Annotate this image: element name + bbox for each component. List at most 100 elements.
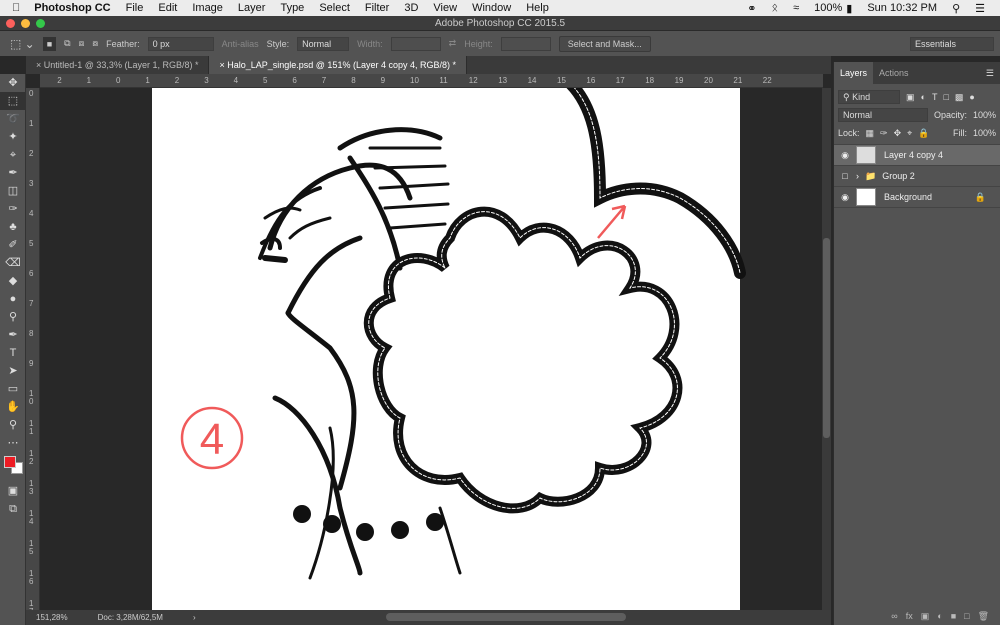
spotlight-icon[interactable]: ⚲ bbox=[952, 2, 960, 15]
menu-3d[interactable]: 3D bbox=[404, 2, 418, 14]
vertical-ruler[interactable]: 0 1 2 3 4 5 6 7 8 9 1 0 1 1 1 2 1 3 1 4 1 5 1 6 1 7 bbox=[26, 88, 40, 610]
apple-icon[interactable]:  bbox=[12, 2, 20, 14]
tab-actions[interactable]: Actions bbox=[873, 62, 915, 84]
tab-untitled[interactable]: × Untitled-1 @ 33,3% (Layer 1, RGB/8) * bbox=[26, 56, 210, 74]
menu-type[interactable]: Type bbox=[280, 2, 304, 14]
filter-smart-object-icon[interactable]: ▩ bbox=[955, 92, 964, 103]
filter-adjustment-icon[interactable]: ◐ bbox=[921, 92, 926, 102]
menu-filter[interactable]: Filter bbox=[365, 2, 389, 14]
expand-chevron-icon[interactable]: › bbox=[856, 171, 859, 181]
type-tool-icon[interactable]: T bbox=[0, 344, 26, 362]
blur-tool-icon[interactable]: ● bbox=[0, 290, 26, 308]
link-layers-icon[interactable]: ∞ bbox=[891, 611, 897, 621]
crop-tool-icon[interactable]: ⌖ bbox=[0, 146, 26, 164]
filter-type-icon[interactable]: T bbox=[932, 92, 938, 102]
layer-name[interactable]: Layer 4 copy 4 bbox=[884, 150, 943, 160]
filter-pixel-icon[interactable]: ▣ bbox=[906, 92, 915, 103]
more-tools-icon[interactable]: ⋯ bbox=[0, 434, 26, 452]
fill-input[interactable]: 100% bbox=[973, 128, 996, 138]
panel-menu-icon[interactable]: ☰ bbox=[986, 62, 1000, 84]
status-menu-arrow[interactable]: › bbox=[193, 613, 196, 622]
filter-toggle[interactable]: ● bbox=[969, 92, 974, 102]
lock-artboard-icon[interactable]: ⌖ bbox=[907, 128, 912, 139]
menu-help[interactable]: Help bbox=[526, 2, 549, 14]
visibility-eye-icon[interactable]: ◉ bbox=[834, 192, 856, 203]
quick-select-tool-icon[interactable]: ✦ bbox=[0, 128, 26, 146]
subtract-selection-icon[interactable]: ⧈ bbox=[79, 38, 85, 49]
menu-file[interactable]: File bbox=[126, 2, 144, 14]
stamp-tool-icon[interactable]: ♣ bbox=[0, 218, 26, 236]
antialias-checkbox[interactable]: Anti-alias bbox=[222, 39, 259, 49]
clock[interactable]: Sun 10:32 PM bbox=[867, 2, 937, 14]
move-tool-icon[interactable]: ✥ bbox=[0, 74, 26, 92]
lasso-tool-icon[interactable]: ➰ bbox=[0, 110, 26, 128]
blend-mode-select[interactable]: Normal bbox=[838, 108, 928, 122]
menu-view[interactable]: View bbox=[433, 2, 457, 14]
marquee-preset-icon[interactable]: ⬚ ⌄ bbox=[10, 37, 35, 51]
layer-row[interactable]: ◉ Layer 4 copy 4 bbox=[834, 145, 1000, 166]
scroll-thumb[interactable] bbox=[823, 238, 830, 438]
hand-tool-icon[interactable]: ✋ bbox=[0, 398, 26, 416]
new-layer-icon[interactable]: □ bbox=[964, 611, 969, 621]
path-select-icon[interactable]: ➤ bbox=[0, 362, 26, 380]
doc-size[interactable]: Doc: 3,28M/62,5M bbox=[98, 613, 163, 622]
layer-name[interactable]: Background bbox=[884, 192, 932, 202]
layer-filter-select[interactable]: ⚲ Kind bbox=[838, 90, 900, 104]
visibility-toggle[interactable]: □ bbox=[834, 171, 856, 181]
horizontal-ruler[interactable]: 321012345678910111213141516171819202122 bbox=[40, 74, 823, 88]
wifi-icon[interactable]: ≈ bbox=[793, 2, 799, 14]
style-select[interactable]: Normal bbox=[297, 36, 350, 51]
layer-name[interactable]: Group 2 bbox=[882, 171, 915, 181]
foreground-color-swatch[interactable] bbox=[4, 456, 16, 468]
layer-row[interactable]: ◉ Background 🔒 bbox=[834, 187, 1000, 208]
canvas-drawing[interactable]: 4 bbox=[40, 88, 823, 610]
lock-all-icon[interactable]: 🔒 bbox=[918, 128, 929, 139]
layer-row[interactable]: □ › 📁 Group 2 bbox=[834, 166, 1000, 187]
width-input[interactable] bbox=[390, 36, 441, 51]
new-group-icon[interactable]: ■ bbox=[951, 611, 956, 621]
zoom-tool-icon[interactable]: ⚲ bbox=[0, 416, 26, 434]
menu-image[interactable]: Image bbox=[192, 2, 223, 14]
tab-halo[interactable]: × Halo_LAP_single.psd @ 151% (Layer 4 co… bbox=[209, 56, 467, 74]
add-selection-icon[interactable]: ⧉ bbox=[64, 38, 70, 49]
dodge-tool-icon[interactable]: ⚲ bbox=[0, 308, 26, 326]
visibility-eye-icon[interactable]: ◉ bbox=[834, 150, 856, 161]
delete-layer-icon[interactable]: 🗑 bbox=[978, 611, 989, 622]
quick-mask-icon[interactable]: ▣ bbox=[0, 482, 26, 500]
canvas-area[interactable]: 4 bbox=[40, 88, 823, 610]
eraser-tool-icon[interactable]: ⌫ bbox=[0, 254, 26, 272]
brush-tool-icon[interactable]: ✑ bbox=[0, 200, 26, 218]
feather-input[interactable]: 0 px bbox=[147, 36, 214, 51]
history-brush-icon[interactable]: ✐ bbox=[0, 236, 26, 254]
notification-center-icon[interactable]: ☰ bbox=[975, 2, 985, 15]
menu-layer[interactable]: Layer bbox=[238, 2, 266, 14]
menu-edit[interactable]: Edit bbox=[158, 2, 177, 14]
minimize-window-button[interactable] bbox=[21, 19, 30, 28]
lock-transparent-icon[interactable]: ▦ bbox=[866, 128, 875, 139]
close-window-button[interactable] bbox=[6, 19, 15, 28]
opacity-input[interactable]: 100% bbox=[973, 110, 996, 120]
select-and-mask-button[interactable]: Select and Mask... bbox=[558, 35, 651, 52]
battery-icon[interactable]: ▮ bbox=[846, 2, 852, 15]
filter-shape-icon[interactable]: □ bbox=[943, 92, 948, 102]
screen-mode-icon[interactable]: ⧉ bbox=[0, 500, 26, 518]
height-input[interactable] bbox=[500, 36, 551, 51]
zoom-level[interactable]: 151,28% bbox=[36, 613, 68, 622]
app-menu[interactable]: Photoshop CC bbox=[34, 2, 110, 14]
battery-percent[interactable]: 100% bbox=[814, 2, 842, 14]
swap-icon[interactable]: ⇄ bbox=[449, 38, 457, 49]
intersect-selection-icon[interactable]: ⧇ bbox=[92, 38, 98, 49]
workspace-select[interactable]: Essentials bbox=[910, 36, 994, 51]
add-mask-icon[interactable]: ▣ bbox=[921, 611, 930, 622]
vertical-scrollbar[interactable] bbox=[822, 88, 831, 610]
tab-layers[interactable]: Layers bbox=[834, 62, 874, 84]
bluetooth-icon[interactable]: ᛟ bbox=[771, 2, 778, 14]
adjustment-layer-icon[interactable]: ◐ bbox=[937, 611, 942, 621]
creative-cloud-icon[interactable]: ⚭ bbox=[747, 2, 756, 15]
new-selection-icon[interactable]: ■ bbox=[42, 36, 57, 51]
rectangle-tool-icon[interactable]: ▭ bbox=[0, 380, 26, 398]
healing-tool-icon[interactable]: ◫ bbox=[0, 182, 26, 200]
horizontal-scrollbar[interactable] bbox=[386, 613, 626, 621]
lock-paint-icon[interactable]: ✑ bbox=[880, 128, 888, 139]
fx-icon[interactable]: fx bbox=[906, 611, 913, 621]
